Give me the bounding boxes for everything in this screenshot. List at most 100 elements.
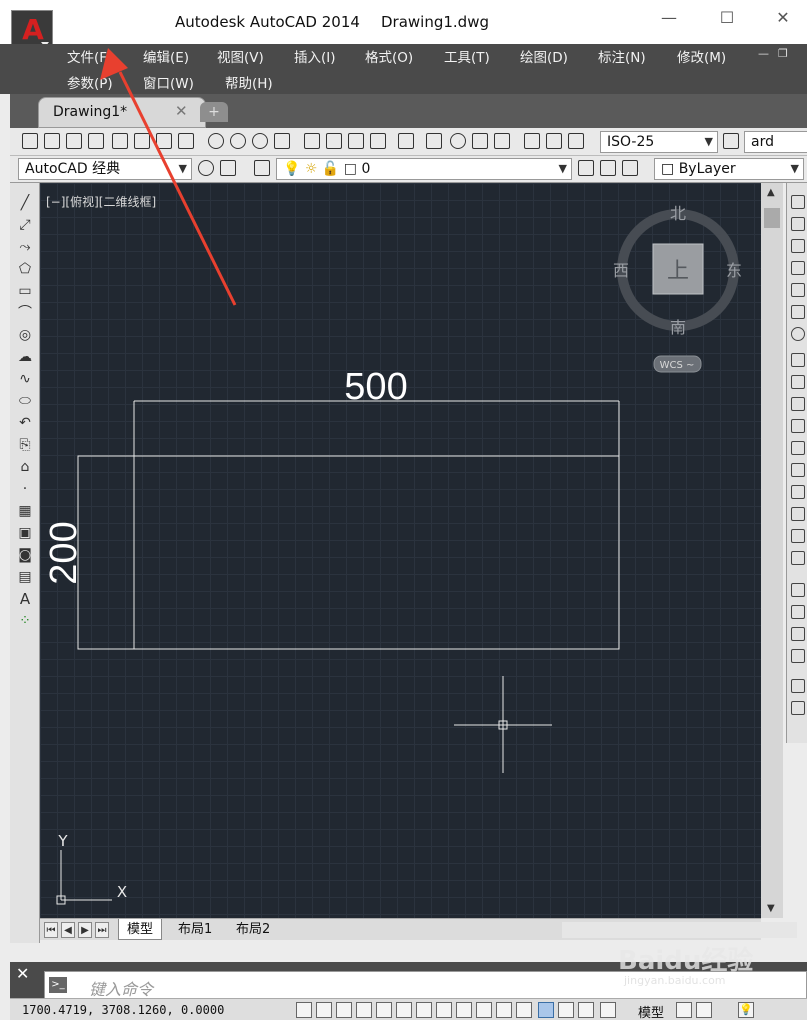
region-icon[interactable]: ◙ [17, 547, 33, 563]
menu-file[interactable]: 文件(F) [67, 46, 112, 66]
menu-window[interactable]: 窗口(W) [143, 72, 194, 92]
draworder-front-icon[interactable] [791, 583, 805, 597]
dim-continue-icon[interactable] [348, 133, 364, 149]
textstyle-select[interactable]: ard [744, 131, 807, 153]
model-space-label[interactable]: 模型 [638, 1002, 664, 1021]
ortho-toggle[interactable] [356, 1002, 372, 1018]
explode-icon[interactable] [791, 551, 805, 565]
doc-minimize-icon[interactable]: — [758, 47, 769, 60]
infer-constraints-toggle[interactable] [296, 1002, 312, 1018]
dim-jogged-icon[interactable] [230, 133, 246, 149]
new-file-icon[interactable] [22, 133, 38, 149]
layer-properties-icon[interactable] [254, 160, 270, 176]
next-tab-icon[interactable]: ▶ [78, 922, 92, 938]
doc-restore-icon[interactable]: ❐ [778, 47, 788, 60]
horizontal-scrollbar[interactable] [562, 922, 797, 938]
3d-osnap-toggle[interactable] [416, 1002, 432, 1018]
draworder-back-icon[interactable] [791, 605, 805, 619]
maximize-button[interactable]: ☐ [712, 8, 742, 34]
rectangle-icon[interactable]: ▭ [17, 283, 33, 299]
menu-tools[interactable]: 工具(T) [444, 46, 490, 66]
jogged-linear-icon[interactable] [494, 133, 510, 149]
prev-tab-icon[interactable]: ◀ [61, 922, 75, 938]
workspace-settings-icon[interactable] [198, 160, 214, 176]
draworder-above-icon[interactable] [791, 627, 805, 641]
break-icon[interactable] [791, 441, 805, 455]
dim-break-icon[interactable] [398, 133, 414, 149]
close-command-line-icon[interactable]: ✕ [16, 964, 29, 983]
command-prompt-icon[interactable]: >_ [49, 977, 67, 993]
blend-icon[interactable] [791, 529, 805, 543]
erase-icon[interactable] [791, 195, 805, 209]
construction-line-icon[interactable]: ⤢ [17, 217, 33, 233]
layer-state-icon[interactable] [622, 160, 638, 176]
ellipse-icon[interactable]: ⬭ [17, 393, 33, 409]
hatch-back-icon[interactable] [791, 701, 805, 715]
vertical-scrollbar[interactable]: ▲ ▼ [761, 183, 783, 918]
scroll-up-icon[interactable]: ▲ [767, 187, 775, 198]
new-tab-button[interactable]: + [200, 102, 228, 122]
chamfer-icon[interactable] [791, 485, 805, 499]
tab-layout1[interactable]: 布局1 [170, 919, 220, 940]
extend-icon[interactable] [791, 419, 805, 433]
coordinate-readout[interactable]: 1700.4719, 3708.1260, 0.0000 [22, 1003, 224, 1017]
draworder-under-icon[interactable] [791, 649, 805, 663]
move-icon[interactable] [791, 305, 805, 319]
dim-baseline-icon[interactable] [326, 133, 342, 149]
tab-layout2[interactable]: 布局2 [228, 919, 278, 940]
scroll-down-icon[interactable]: ▼ [767, 903, 775, 914]
scale-icon[interactable] [791, 353, 805, 367]
make-block-icon[interactable]: ⌂ [17, 459, 33, 475]
dim-ordinate-icon[interactable] [178, 133, 194, 149]
snap-mode-toggle[interactable] [316, 1002, 332, 1018]
inspect-icon[interactable] [472, 133, 488, 149]
table-icon[interactable]: ▤ [17, 569, 33, 585]
annotation-monitor-toggle[interactable] [578, 1002, 594, 1018]
quick-dim-icon[interactable] [304, 133, 320, 149]
transparency-toggle[interactable] [516, 1002, 532, 1018]
layer-select[interactable]: 💡 ☼ 🔓 □ 0 ▼ [276, 158, 572, 180]
dim-diameter-icon[interactable] [252, 133, 268, 149]
mirror-icon[interactable] [791, 239, 805, 253]
polar-toggle[interactable] [376, 1002, 392, 1018]
quick-properties-toggle[interactable] [538, 1002, 554, 1018]
point-icon[interactable]: · [17, 481, 33, 497]
menu-format[interactable]: 格式(O) [365, 46, 413, 66]
line-icon[interactable]: ╱ [17, 195, 33, 211]
array-icon[interactable] [791, 283, 805, 297]
menu-edit[interactable]: 编辑(E) [143, 46, 189, 66]
insert-block-icon[interactable]: ⎘ [17, 437, 33, 453]
dim-update-icon[interactable] [568, 133, 584, 149]
quick-view-drawings-icon[interactable] [696, 1002, 712, 1018]
stretch-icon[interactable] [791, 375, 805, 389]
lineweight-toggle[interactable] [496, 1002, 512, 1018]
menu-help[interactable]: 帮助(H) [225, 72, 273, 92]
dim-radius-icon[interactable] [208, 133, 224, 149]
menu-modify[interactable]: 修改(M) [677, 46, 726, 66]
hatch-icon[interactable]: ▦ [17, 503, 33, 519]
layer-previous-icon[interactable] [600, 160, 616, 176]
multiline-text-icon[interactable]: A [17, 591, 33, 607]
dim-linear-icon[interactable] [112, 133, 128, 149]
revision-cloud-icon[interactable]: ☁ [17, 349, 33, 365]
tab-drawing1[interactable]: Drawing1* ✕ [38, 97, 206, 128]
minimize-button[interactable]: — [654, 8, 684, 34]
workspace-icon[interactable] [220, 160, 236, 176]
otrack-toggle[interactable] [436, 1002, 452, 1018]
center-mark-icon[interactable] [450, 133, 466, 149]
dim-edit-icon[interactable] [524, 133, 540, 149]
make-current-layer-icon[interactable] [578, 160, 594, 176]
dimstyle-select[interactable]: ISO-25 ▼ [600, 131, 718, 153]
join-icon[interactable] [791, 463, 805, 477]
drawing-canvas[interactable]: [−][俯视][二维线框] 500 200 Y X 上 北 南 东 西 WCS … [40, 183, 761, 918]
trim-icon[interactable] [791, 397, 805, 411]
tolerance-icon[interactable] [426, 133, 442, 149]
dim-space-icon[interactable] [370, 133, 386, 149]
quick-view-layouts-icon[interactable] [676, 1002, 692, 1018]
open-file-icon[interactable] [44, 133, 60, 149]
polyline-icon[interactable]: ⤳ [17, 239, 33, 255]
dimstyle-manager-icon[interactable] [723, 133, 739, 149]
polygon-icon[interactable]: ⬠ [17, 261, 33, 277]
grid-toggle[interactable] [336, 1002, 352, 1018]
menu-view[interactable]: 视图(V) [217, 46, 264, 66]
